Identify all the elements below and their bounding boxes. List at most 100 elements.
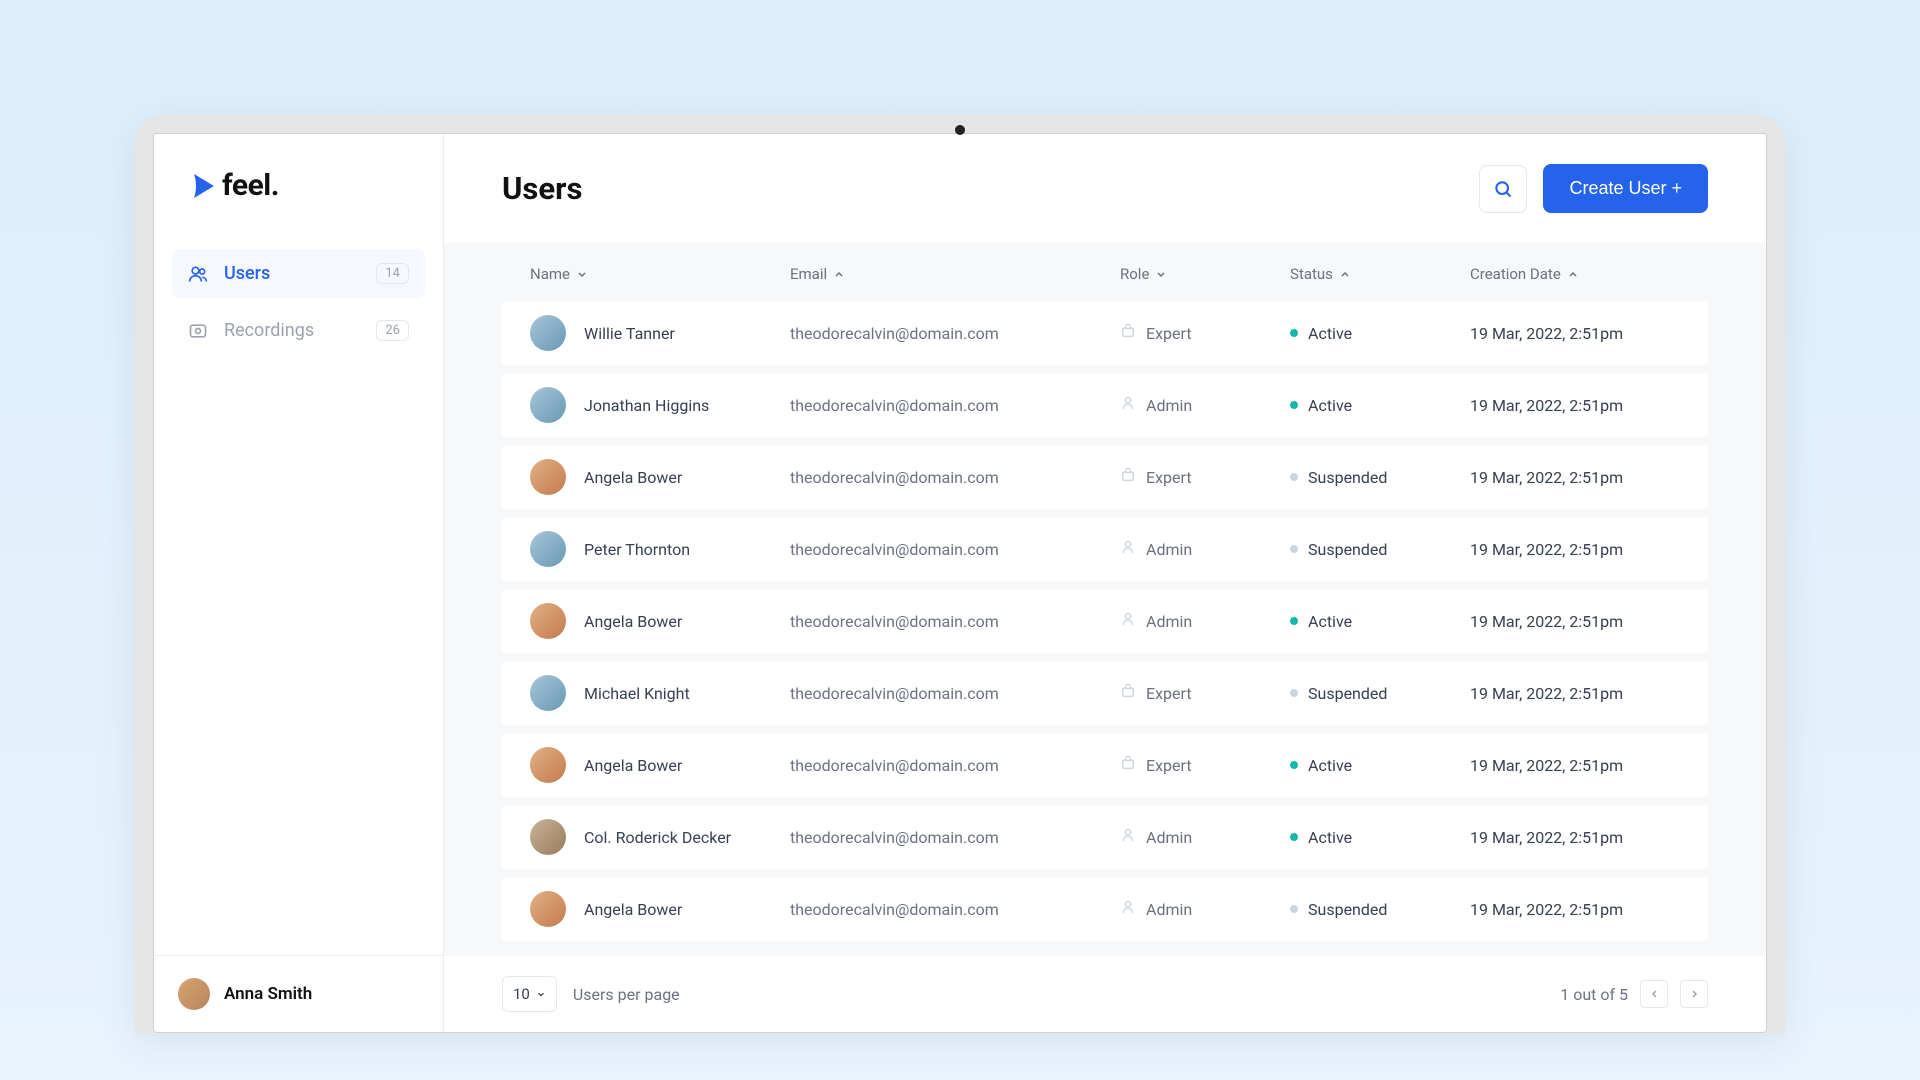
page-title: Users xyxy=(502,170,582,207)
sidebar-item-badge: 26 xyxy=(376,320,409,341)
table-row[interactable]: Willie Tannertheodorecalvin@domain.comEx… xyxy=(502,301,1708,365)
status-dot-icon xyxy=(1290,689,1298,697)
cell-date: 19 Mar, 2022, 2:51pm xyxy=(1470,756,1680,775)
chevron-down-icon xyxy=(536,989,546,999)
cell-name: Peter Thornton xyxy=(530,531,790,567)
page-size-label: Users per page xyxy=(573,985,680,1004)
cell-status: Active xyxy=(1290,324,1470,343)
status-label: Suspended xyxy=(1308,684,1387,703)
logo-text: feel. xyxy=(222,168,279,203)
chevron-right-icon xyxy=(1688,988,1700,1000)
current-user-name: Anna Smith xyxy=(224,984,312,1004)
table-row[interactable]: Jonathan Higginstheodorecalvin@domain.co… xyxy=(502,373,1708,437)
status-dot-icon xyxy=(1290,833,1298,841)
cell-name: Angela Bower xyxy=(530,891,790,927)
role-icon xyxy=(1120,467,1136,487)
logo[interactable]: feel. xyxy=(154,134,443,249)
cell-email: theodorecalvin@domain.com xyxy=(790,612,1120,631)
table-row[interactable]: Peter Thorntontheodorecalvin@domain.comA… xyxy=(502,517,1708,581)
chevron-up-icon xyxy=(1339,268,1351,280)
role-icon xyxy=(1120,683,1136,703)
cell-name: Jonathan Higgins xyxy=(530,387,790,423)
cell-role: Admin xyxy=(1120,395,1290,415)
role-label: Admin xyxy=(1146,900,1192,919)
cell-email: theodorecalvin@domain.com xyxy=(790,540,1120,559)
search-button[interactable] xyxy=(1479,165,1527,213)
chevron-up-icon xyxy=(833,268,845,280)
role-icon xyxy=(1120,539,1136,559)
role-label: Expert xyxy=(1146,468,1192,487)
cell-email: theodorecalvin@domain.com xyxy=(790,396,1120,415)
cell-status: Active xyxy=(1290,396,1470,415)
cell-date: 19 Mar, 2022, 2:51pm xyxy=(1470,612,1680,631)
next-page-button[interactable] xyxy=(1680,980,1708,1008)
main: Users Create User + Name Email Role Stat… xyxy=(444,134,1766,1032)
pagination-right: 1 out of 5 xyxy=(1560,980,1708,1008)
cell-status: Active xyxy=(1290,828,1470,847)
role-icon xyxy=(1120,395,1136,415)
users-table: Name Email Role Status Creation Date Wil… xyxy=(444,243,1766,956)
cell-email: theodorecalvin@domain.com xyxy=(790,684,1120,703)
status-label: Suspended xyxy=(1308,900,1387,919)
sidebar-item-users[interactable]: Users 14 xyxy=(172,249,425,298)
avatar xyxy=(530,747,566,783)
avatar xyxy=(530,387,566,423)
cell-role: Admin xyxy=(1120,539,1290,559)
role-icon xyxy=(1120,611,1136,631)
table-row[interactable]: Angela Bowertheodorecalvin@domain.comExp… xyxy=(502,445,1708,509)
column-label: Creation Date xyxy=(1470,265,1561,283)
column-role[interactable]: Role xyxy=(1120,265,1290,283)
column-status[interactable]: Status xyxy=(1290,265,1470,283)
status-label: Suspended xyxy=(1308,540,1387,559)
page-size-select[interactable]: 10 xyxy=(502,976,557,1012)
chevron-down-icon xyxy=(576,268,588,280)
sidebar-nav: Users 14 Recordings 26 xyxy=(154,249,443,955)
column-label: Name xyxy=(530,265,570,283)
user-name: Willie Tanner xyxy=(584,324,675,343)
avatar xyxy=(178,978,210,1010)
users-icon xyxy=(188,264,208,284)
cell-role: Admin xyxy=(1120,827,1290,847)
column-email[interactable]: Email xyxy=(790,265,1120,283)
avatar xyxy=(530,675,566,711)
table-row[interactable]: Michael Knighttheodorecalvin@domain.comE… xyxy=(502,661,1708,725)
avatar xyxy=(530,819,566,855)
table-row[interactable]: Angela Bowertheodorecalvin@domain.comAdm… xyxy=(502,589,1708,653)
create-user-button[interactable]: Create User + xyxy=(1543,164,1708,213)
sidebar-item-recordings[interactable]: Recordings 26 xyxy=(172,306,425,355)
status-dot-icon xyxy=(1290,905,1298,913)
table-row[interactable]: Angela Bowertheodorecalvin@domain.com Adm… xyxy=(502,877,1708,941)
status-label: Active xyxy=(1308,828,1352,847)
column-creation-date[interactable]: Creation Date xyxy=(1470,265,1680,283)
table-row[interactable]: Col. Roderick Deckertheodorecalvin@domai… xyxy=(502,805,1708,869)
search-icon xyxy=(1493,179,1513,199)
cell-email: theodorecalvin@domain.com xyxy=(790,756,1120,775)
column-name[interactable]: Name xyxy=(530,265,790,283)
column-label: Email xyxy=(790,265,827,283)
status-dot-icon xyxy=(1290,545,1298,553)
user-name: Angela Bower xyxy=(584,756,682,775)
cell-role: Admin xyxy=(1120,899,1290,919)
user-name: Michael Knight xyxy=(584,684,690,703)
role-label: Admin xyxy=(1146,612,1192,631)
sidebar-footer[interactable]: Anna Smith xyxy=(154,955,443,1032)
role-label: Expert xyxy=(1146,756,1192,775)
table-row[interactable]: Angela Bower theodorecalvin@domain.com Exp… xyxy=(502,733,1708,797)
pagination: 10 Users per page 1 out of 5 xyxy=(444,956,1766,1032)
cell-email: theodorecalvin@domain.com xyxy=(790,900,1120,919)
page-info: 1 out of 5 xyxy=(1560,985,1628,1004)
app-screen: feel. Users 14 Recordings 26 Anna Smith xyxy=(153,133,1767,1033)
column-label: Status xyxy=(1290,265,1333,283)
sidebar-item-label: Users xyxy=(224,263,360,284)
cell-name: Angela Bower xyxy=(530,459,790,495)
prev-page-button[interactable] xyxy=(1640,980,1668,1008)
recordings-icon xyxy=(188,321,208,341)
avatar xyxy=(530,891,566,927)
role-icon xyxy=(1120,755,1136,775)
cell-date: 19 Mar, 2022, 2:51pm xyxy=(1470,540,1680,559)
status-dot-icon xyxy=(1290,401,1298,409)
cell-name: Col. Roderick Decker xyxy=(530,819,790,855)
role-label: Expert xyxy=(1146,324,1192,343)
table-body: Willie Tanner theodorecalvin@domain.com Ex… xyxy=(502,301,1708,941)
cell-date: 19 Mar, 2022, 2:51pm xyxy=(1470,684,1680,703)
